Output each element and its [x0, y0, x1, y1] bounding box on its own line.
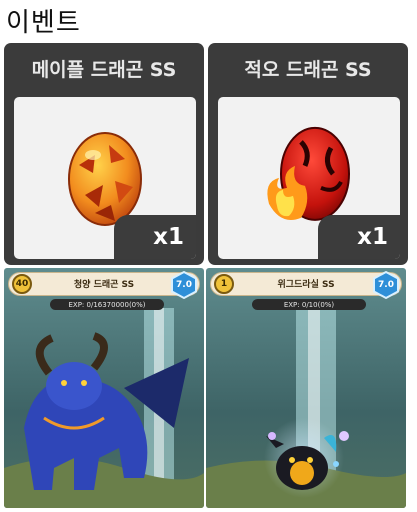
egg-card-fire[interactable]: 적오 드래곤 SS x1: [208, 43, 408, 265]
exp-bar: EXP: 0/10(0%): [252, 299, 366, 310]
page-title: 이벤트: [6, 8, 81, 38]
egg-slot: x1: [218, 97, 400, 259]
egg-card-title: 적오 드래곤 SS: [244, 59, 372, 81]
egg-slot: x1: [14, 97, 196, 259]
grade-value: 7.0: [176, 280, 192, 290]
egg-quantity: x1: [318, 215, 400, 259]
grade-badge: 7.0: [170, 270, 198, 300]
egg-card-maple[interactable]: 메이플 드래곤 SS x1: [4, 43, 204, 265]
exp-bar: EXP: 0/16370000(0%): [50, 299, 164, 310]
egg-quantity: x1: [114, 215, 196, 259]
dragon-panel-baby[interactable]: 1 위그드라실 SS 7.0 EXP: 0/10(0%): [206, 268, 406, 508]
dragon-panel-blue[interactable]: 40 청양 드래곤 SS 7.0 EXP: 0/16370000(0%): [4, 268, 204, 508]
grade-value: 7.0: [378, 280, 394, 290]
egg-card-title: 메이플 드래곤 SS: [31, 59, 177, 81]
maple-egg-icon: [68, 131, 142, 226]
fire-egg-icon: [267, 126, 350, 221]
grade-badge: 7.0: [372, 270, 400, 300]
